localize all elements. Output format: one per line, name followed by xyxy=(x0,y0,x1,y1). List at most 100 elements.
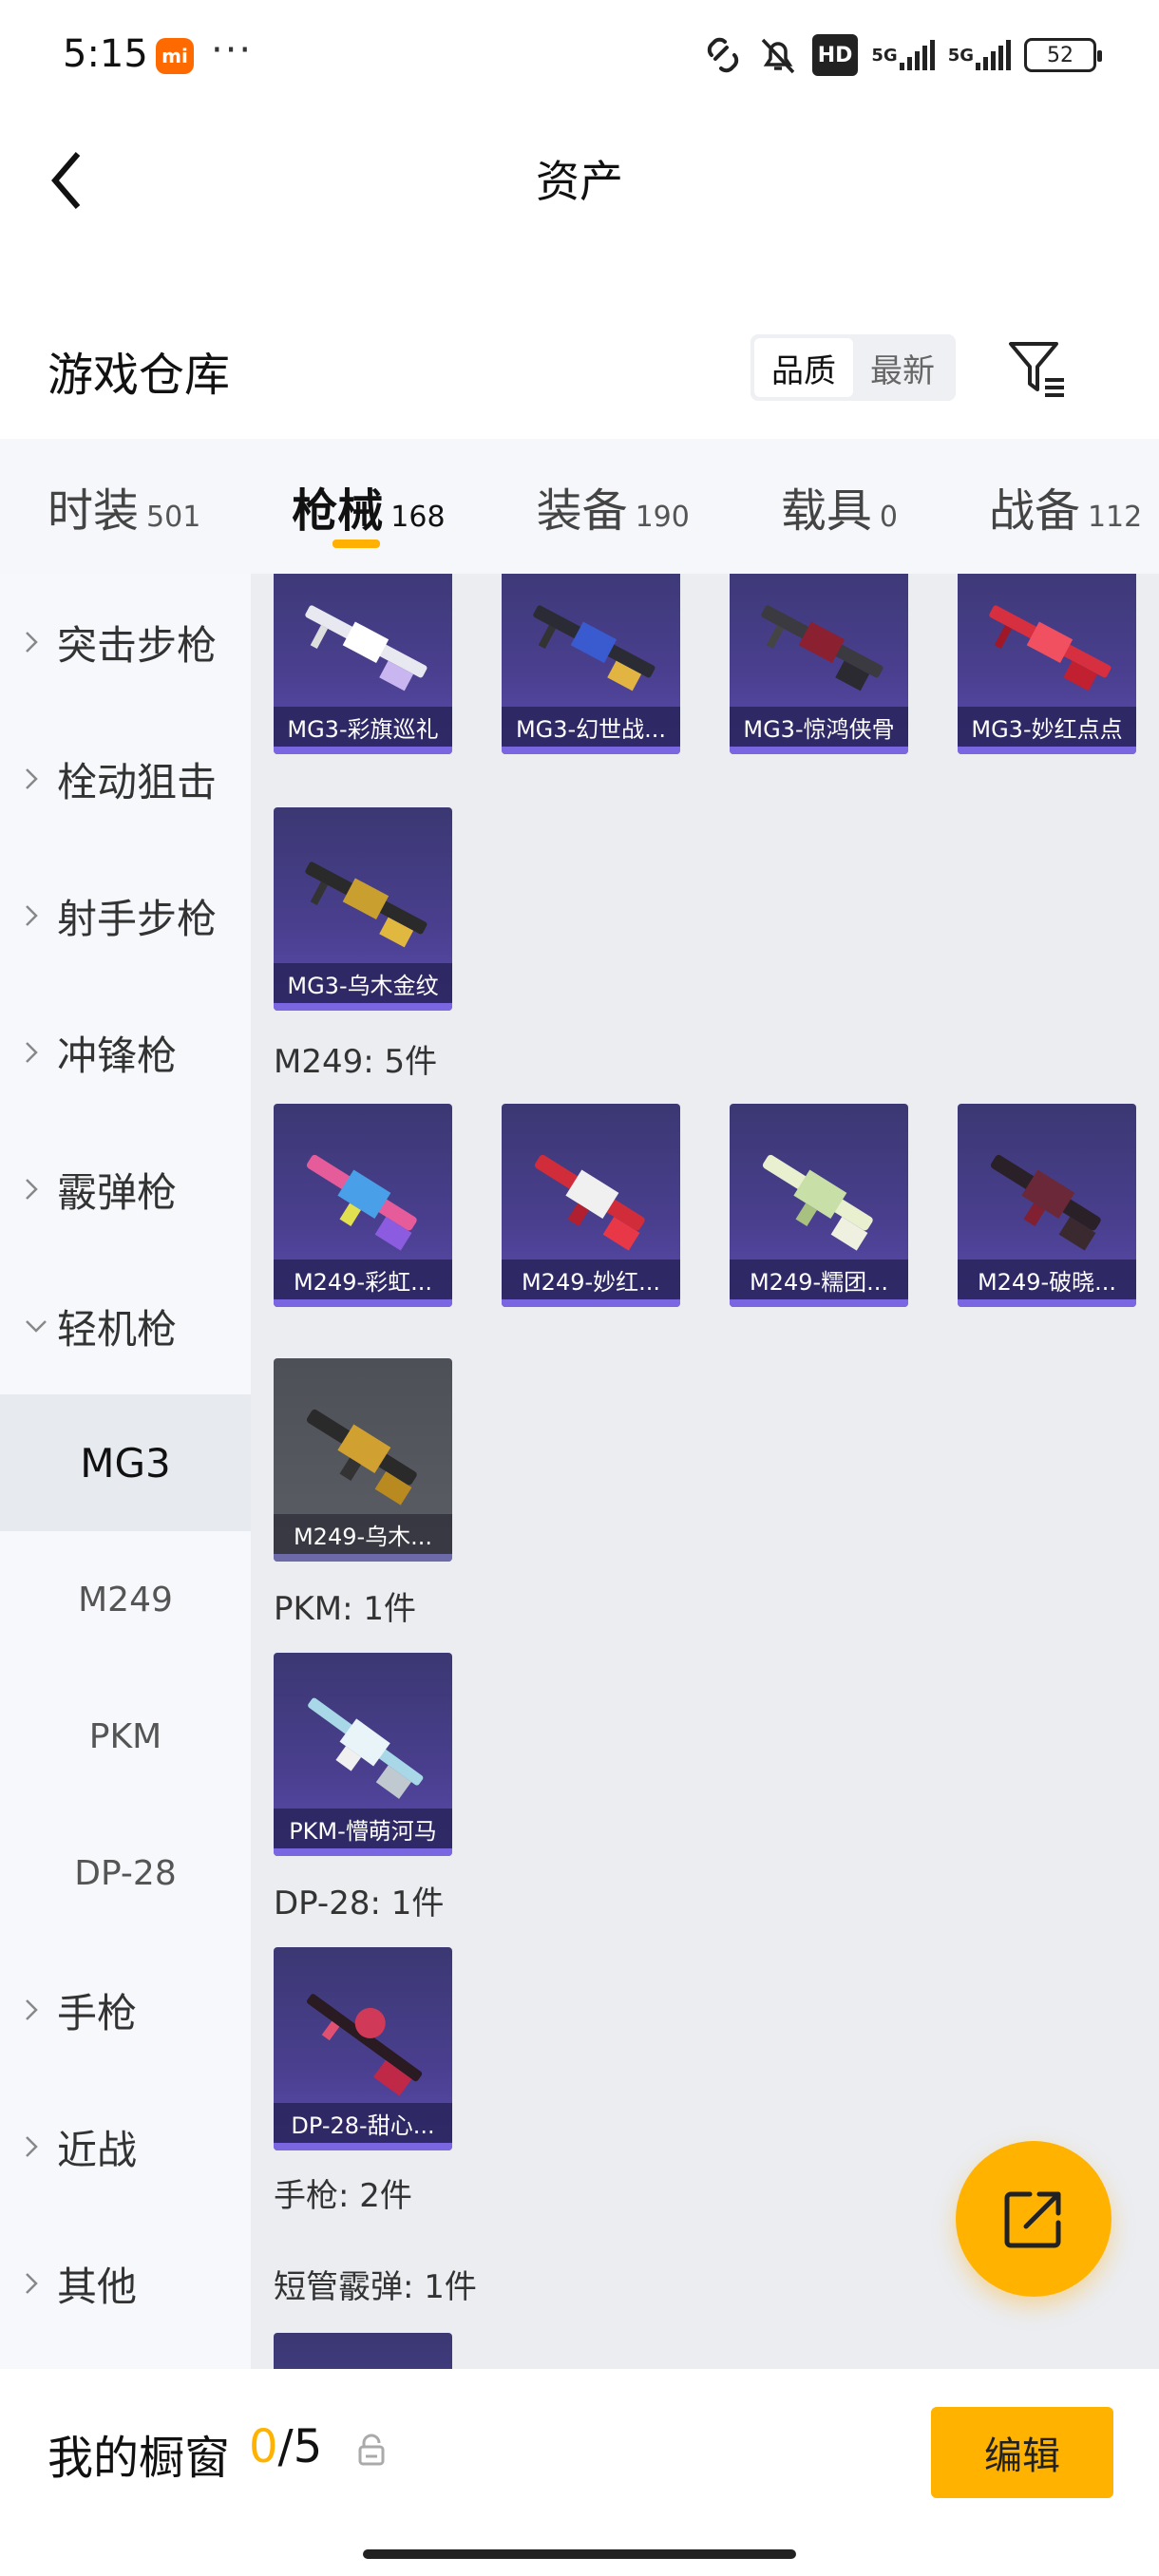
skin-name: M249-破晓... xyxy=(958,1260,1136,1299)
skin-card[interactable]: DP-28-甜心... xyxy=(274,1947,452,2150)
lmg-skin-image xyxy=(534,1154,645,1251)
sidebar-item-melee[interactable]: 近战 xyxy=(0,2078,251,2215)
skin-card[interactable] xyxy=(274,2333,452,2369)
sidebar-item-label: 栓动狙击 xyxy=(57,758,218,805)
sidebar-item-pistol[interactable]: 手枪 xyxy=(0,1941,251,2078)
network-type-1: 5G xyxy=(871,45,898,66)
sidebar-item-lmg[interactable]: 轻机枪 xyxy=(0,1258,251,1394)
tab-fashion[interactable]: 时装 501 xyxy=(0,473,200,540)
sort-toggle: 品质 最新 xyxy=(750,334,956,401)
skin-card[interactable]: M249-妙红... xyxy=(502,1104,680,1307)
sidebar-item-marksman-rifle[interactable]: 射手步枪 xyxy=(0,847,251,984)
skin-name: M249-乌木... xyxy=(274,1514,452,1554)
tab-count: 112 xyxy=(1087,501,1143,534)
lmg-skin-image xyxy=(305,862,428,948)
status-icons: HD 5G 5G 52 xyxy=(702,34,1102,76)
sort-latest-button[interactable]: 最新 xyxy=(853,338,952,397)
tab-vehicles[interactable]: 载具 0 xyxy=(690,473,898,540)
sidebar-subitem-m249[interactable]: M249 xyxy=(0,1531,251,1668)
active-tab-indicator xyxy=(332,540,380,548)
showcase-count: 0/5 xyxy=(249,2420,322,2473)
skin-card[interactable]: M249-彩虹... xyxy=(274,1104,452,1307)
skin-grid: MG3-彩旗巡礼 MG3-幻世战... MG3-惊鸿侠骨 MG3-妙红点点 MG… xyxy=(251,574,1159,2369)
signal-1-icon: 5G xyxy=(871,34,935,76)
tab-guns[interactable]: 枪械 168 xyxy=(200,473,445,540)
chevron-right-icon xyxy=(25,2135,49,2158)
more-notifications-icon: ··· xyxy=(211,28,254,72)
lmg-skin-image xyxy=(989,605,1112,691)
sidebar-item-label: 近战 xyxy=(57,2126,138,2173)
skin-name: PKM-懵萌河马 xyxy=(274,1809,452,1848)
category-tabs: 时装 501 枪械 168 装备 190 载具 0 战备 112 xyxy=(0,439,1159,574)
lmg-skin-image xyxy=(761,605,884,691)
external-link-icon xyxy=(1004,2191,1061,2248)
skin-card[interactable]: MG3-乌木金纹 xyxy=(274,807,452,1011)
tab-label: 战备 xyxy=(988,484,1080,538)
showcase-label: 我的橱窗 xyxy=(48,2432,231,2485)
sidebar-item-label: 射手步枪 xyxy=(57,895,218,942)
skin-card[interactable]: M249-破晓... xyxy=(958,1104,1136,1307)
sidebar-item-assault-rifle[interactable]: 突击步枪 xyxy=(0,574,251,710)
showcase-bar: 我的橱窗 0/5 编辑 xyxy=(0,2369,1159,2576)
tab-count: 0 xyxy=(879,501,898,534)
sidebar-item-label: 其他 xyxy=(57,2263,138,2310)
sidebar-subitem-dp28[interactable]: DP-28 xyxy=(0,1805,251,1941)
skin-card[interactable]: M249-乌木... xyxy=(274,1358,452,1562)
lmg-skin-image xyxy=(306,1154,417,1251)
sidebar-item-label: 冲锋枪 xyxy=(57,1032,178,1079)
tab-battle-gear[interactable]: 战备 112 xyxy=(898,473,1142,540)
skin-card[interactable]: MG3-妙红点点 xyxy=(958,574,1136,754)
edit-button[interactable]: 编辑 xyxy=(931,2407,1113,2498)
share-fab-button[interactable] xyxy=(956,2141,1112,2297)
lock-icon xyxy=(357,2434,386,2466)
mi-app-icon: mi xyxy=(156,38,194,74)
chevron-right-icon xyxy=(25,767,49,790)
status-bar: 5:15 mi ··· HD 5G 5G 52 xyxy=(0,0,1159,114)
sidebar-item-smg[interactable]: 冲锋枪 xyxy=(0,984,251,1121)
battery-icon: 52 xyxy=(1024,38,1102,72)
tab-label: 载具 xyxy=(780,484,872,538)
sidebar-item-label: 突击步枪 xyxy=(57,621,218,669)
chevron-right-icon xyxy=(25,631,49,653)
skin-card[interactable]: MG3-惊鸿侠骨 xyxy=(730,574,908,754)
chevron-right-icon xyxy=(25,1998,49,2021)
skin-name: M249-妙红... xyxy=(502,1260,680,1299)
hd-voice-icon: HD xyxy=(811,34,859,76)
sort-quality-button[interactable]: 品质 xyxy=(754,338,853,397)
chevron-down-icon xyxy=(25,1319,49,1333)
page-title: 资产 xyxy=(536,156,623,207)
sidebar-item-shotgun[interactable]: 霰弹枪 xyxy=(0,1121,251,1258)
chevron-right-icon xyxy=(25,1041,49,1064)
lmg-skin-image xyxy=(762,1154,873,1251)
lmg-skin-image xyxy=(990,1154,1101,1251)
skin-card[interactable]: PKM-懵萌河马 xyxy=(274,1653,452,1856)
skin-name: MG3-乌木金纹 xyxy=(274,963,452,1003)
sidebar-item-bolt-sniper[interactable]: 栓动狙击 xyxy=(0,710,251,847)
tab-count: 168 xyxy=(390,501,446,534)
group-label-m249: M249: 5件 xyxy=(274,1043,438,1081)
warehouse-title: 游戏仓库 xyxy=(48,349,231,402)
sidebar-item-other[interactable]: 其他 xyxy=(0,2215,251,2352)
tab-count: 501 xyxy=(146,501,201,534)
lmg-skin-image xyxy=(533,605,656,691)
lmg-skin-image xyxy=(305,605,428,691)
link-icon xyxy=(702,34,744,76)
sidebar-item-label: 霰弹枪 xyxy=(57,1168,178,1216)
sidebar-subitem-pkm[interactable]: PKM xyxy=(0,1668,251,1805)
showcase-current: 0 xyxy=(249,2420,278,2473)
network-type-2: 5G xyxy=(947,45,974,66)
filter-icon[interactable] xyxy=(1007,338,1068,399)
skin-name: M249-彩虹... xyxy=(274,1260,452,1299)
home-indicator[interactable] xyxy=(363,2549,796,2559)
status-time: 5:15 xyxy=(63,32,148,76)
skin-card[interactable]: MG3-幻世战... xyxy=(502,574,680,754)
sidebar-subitem-mg3[interactable]: MG3 xyxy=(0,1394,251,1531)
skin-card[interactable]: M249-糯团... xyxy=(730,1104,908,1307)
skin-card[interactable]: MG3-彩旗巡礼 xyxy=(274,574,452,754)
tab-equipment[interactable]: 装备 190 xyxy=(446,473,690,540)
sidebar-item-label: 轻机枪 xyxy=(57,1305,178,1353)
weapon-category-sidebar: 突击步枪 栓动狙击 射手步枪 冲锋枪 霰弹枪 轻机枪 MG3 M249 PKM … xyxy=(0,574,251,2369)
lmg-skin-image xyxy=(306,1409,417,1506)
sidebar-item-label: 手枪 xyxy=(57,1989,138,2036)
tab-label: 枪械 xyxy=(292,484,384,538)
